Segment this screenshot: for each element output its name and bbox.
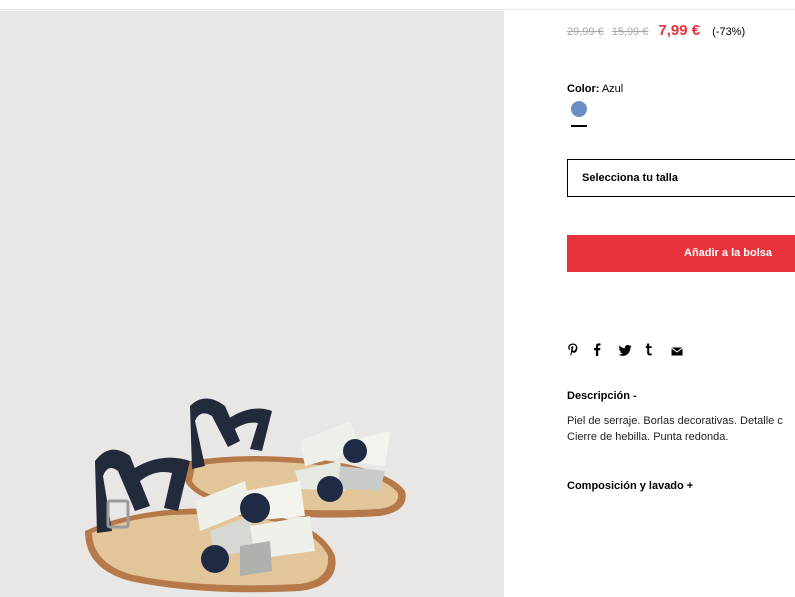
add-to-bag-button[interactable]: Añadir a la bolsa xyxy=(567,235,795,272)
composition-toggle[interactable]: Composición y lavado + xyxy=(567,480,693,492)
sandals-illustration xyxy=(85,398,406,593)
share-icons xyxy=(567,343,697,359)
size-select[interactable]: Selecciona tu talla xyxy=(567,159,795,197)
color-value: Azul xyxy=(601,83,624,95)
description-toggle[interactable]: Descripción - xyxy=(567,390,637,402)
discount-badge: (-73%) xyxy=(712,26,746,38)
color-swatch-azul[interactable] xyxy=(571,101,587,117)
pinterest-icon[interactable] xyxy=(567,343,593,359)
description-line: Cierre de hebilla. Punta redonda. xyxy=(567,431,729,443)
color-label: Color: xyxy=(567,83,600,95)
product-image[interactable] xyxy=(0,11,504,597)
facebook-icon[interactable] xyxy=(593,343,619,359)
sale-price: 7,99 € xyxy=(658,22,701,39)
swatch-selected-indicator xyxy=(571,125,587,127)
previous-price: 15,99 € xyxy=(611,26,649,38)
description-line: Piel de serraje. Borlas decorativas. Det… xyxy=(567,415,783,427)
twitter-icon[interactable] xyxy=(618,344,645,359)
original-price: 29,99 € xyxy=(567,26,604,38)
price-row: 29,99 € 15,99 € 7,99 € (-73%) xyxy=(567,22,745,39)
product-info-panel: 29,99 € 15,99 € 7,99 € (-73%) Color: Azu… xyxy=(567,0,795,597)
color-label-row: Color: Azul xyxy=(567,83,623,95)
email-icon[interactable] xyxy=(671,344,697,359)
tumblr-icon[interactable] xyxy=(645,343,671,359)
description-text: Piel de serraje. Borlas decorativas. Det… xyxy=(567,413,795,445)
